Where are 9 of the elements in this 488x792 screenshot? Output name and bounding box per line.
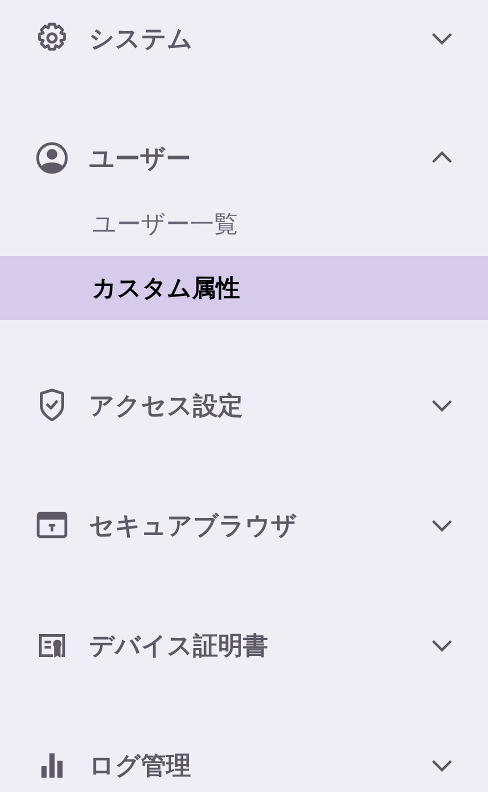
user-icon bbox=[35, 141, 69, 175]
menu-group-header[interactable]: ログ管理 bbox=[0, 735, 488, 792]
menu-group-header[interactable]: システム bbox=[0, 8, 488, 68]
menu-group-header[interactable]: デバイス証明書 bbox=[0, 615, 488, 675]
menu-group-header[interactable]: セキュアブラウザ bbox=[0, 495, 488, 555]
submenu-item[interactable]: カスタム属性 bbox=[0, 256, 488, 320]
menu-group-header[interactable]: ユーザー bbox=[0, 128, 488, 188]
submenu-item[interactable]: ユーザー一覧 bbox=[0, 192, 488, 256]
menu-group-header[interactable]: アクセス設定 bbox=[0, 375, 488, 435]
